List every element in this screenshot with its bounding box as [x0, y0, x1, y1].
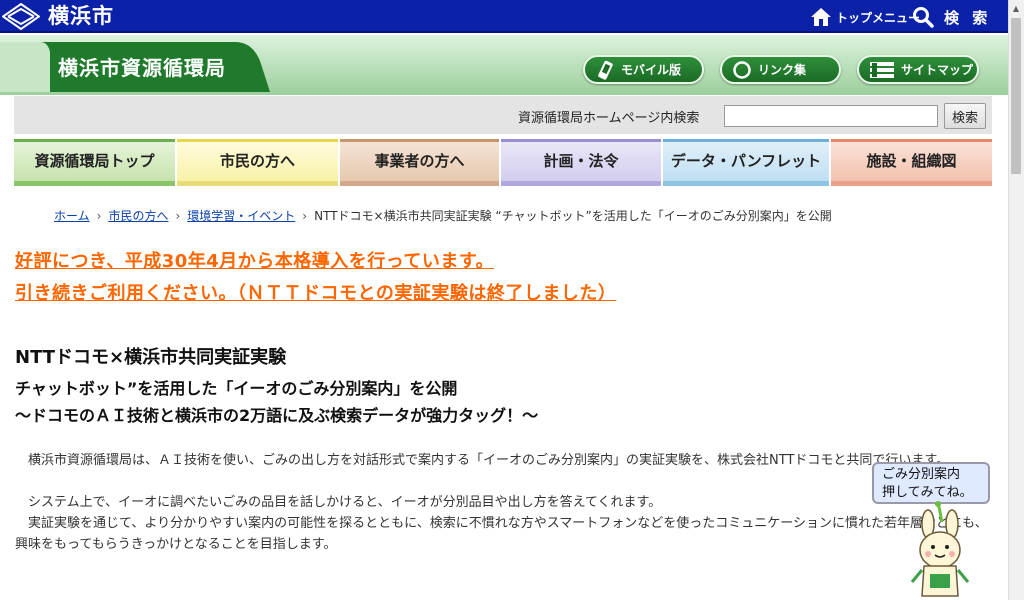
- tab-bureau-top[interactable]: 資源循環局トップ: [14, 139, 175, 186]
- mobile-phone-icon: [598, 60, 613, 80]
- top-search-label: 検 索: [944, 8, 992, 27]
- tab-businesses[interactable]: 事業者の方へ: [340, 139, 499, 186]
- breadcrumb-current: NTTドコモ×横浜市共同実証実験 “チャットボット”を活用した「イーオのごみ分別…: [314, 209, 832, 223]
- tab-facilities[interactable]: 施設・組織図: [831, 139, 992, 186]
- link-collection-label: リンク集: [758, 63, 807, 77]
- notice-line-1: 好評につき、平成30年4月から本格導入を行っています。: [15, 251, 495, 272]
- tab-label: 施設・組織図: [866, 151, 957, 170]
- site-search-button[interactable]: 検索: [944, 103, 986, 129]
- bubble-line-1: ごみ分別案内: [882, 467, 961, 482]
- sitemap-button[interactable]: サイトマップ: [857, 55, 979, 84]
- notice-line-2: 引き続きご利用ください。（ＮＴＴドコモとの実証実験は終了しました）: [15, 283, 617, 304]
- mobile-version-button[interactable]: モバイル版: [583, 55, 704, 84]
- home-icon: [811, 8, 831, 26]
- tab-accent-line: [177, 139, 338, 142]
- mobile-version-label: モバイル版: [621, 63, 682, 77]
- tab-label: 市民の方へ: [219, 151, 295, 170]
- breadcrumb: ホーム › 市民の方へ › 環境学習・イベント › NTTドコモ×横浜市共同実証…: [54, 207, 832, 224]
- breadcrumb-separator: ›: [96, 208, 102, 223]
- tab-citizens[interactable]: 市民の方へ: [177, 139, 338, 186]
- yokohama-logo-icon[interactable]: [2, 3, 40, 30]
- article-title: NTTドコモ×横浜市共同実証実験: [15, 347, 287, 368]
- top-menu-label: トップメニュー: [836, 10, 921, 25]
- site-search-label: 資源循環局ホームページ内検索: [518, 111, 700, 126]
- breadcrumb-events[interactable]: 環境学習・イベント: [187, 207, 295, 224]
- article-paragraph: 実証実験を通じて、より分かりやすい案内の可能性を探るとともに、検索に不慣れな方や…: [15, 516, 988, 552]
- tab-label: 資源循環局トップ: [34, 151, 155, 170]
- tab-accent-line: [663, 139, 829, 142]
- tab-accent-line: [340, 139, 499, 142]
- link-collection-button[interactable]: リンク集: [720, 55, 841, 84]
- city-name[interactable]: 横浜市: [48, 3, 114, 30]
- article-paragraph: システム上で、イーオに調べたいごみの品目を話しかけると、イーオが分別品目や出し方…: [15, 495, 662, 510]
- tab-label: データ・パンフレット: [670, 151, 822, 170]
- tab-plans-laws[interactable]: 計画・法令: [501, 139, 661, 186]
- tab-accent-line: [831, 139, 992, 142]
- tab-label: 計画・法令: [543, 151, 619, 170]
- article-subtitle-1: チャットボット”を活用した「イーオのごみ分別案内」を公開: [15, 379, 458, 398]
- breadcrumb-separator: ›: [302, 208, 308, 223]
- circle-link-icon: [733, 60, 751, 79]
- tab-label: 事業者の方へ: [374, 151, 465, 170]
- tab-accent-line: [14, 139, 175, 142]
- scrollbar-thumb[interactable]: [1011, 18, 1021, 174]
- bureau-name[interactable]: 横浜市資源循環局: [58, 52, 226, 81]
- sitemap-label: サイトマップ: [901, 63, 974, 77]
- tab-accent-line: [501, 139, 661, 142]
- top-menu-link[interactable]: トップメニュー: [810, 6, 920, 28]
- mascot-eo-icon[interactable]: [900, 500, 980, 600]
- tab-data-pamphlets[interactable]: データ・パンフレット: [663, 139, 829, 186]
- site-search-input[interactable]: [724, 105, 938, 127]
- scroll-up-arrow-icon[interactable]: ▲: [1008, 0, 1024, 16]
- breadcrumb-separator: ›: [175, 208, 181, 223]
- article-subtitle-2: ～ドコモのＡＩ技術と横浜市の2万語に及ぶ検索データが強力タッグ！～: [15, 406, 539, 425]
- top-search-link[interactable]: 検 索: [912, 6, 991, 28]
- breadcrumb-home[interactable]: ホーム: [54, 207, 90, 224]
- search-icon: [913, 7, 934, 28]
- breadcrumb-citizens[interactable]: 市民の方へ: [108, 207, 168, 224]
- chatbot-speech-bubble[interactable]: ごみ分別案内 押してみてね。: [872, 462, 990, 504]
- article-paragraph: 横浜市資源循環局は、ＡＩ技術を使い、ごみの出し方を対話形式で案内する「イーオのご…: [15, 453, 950, 468]
- sitemap-icon: [870, 61, 894, 78]
